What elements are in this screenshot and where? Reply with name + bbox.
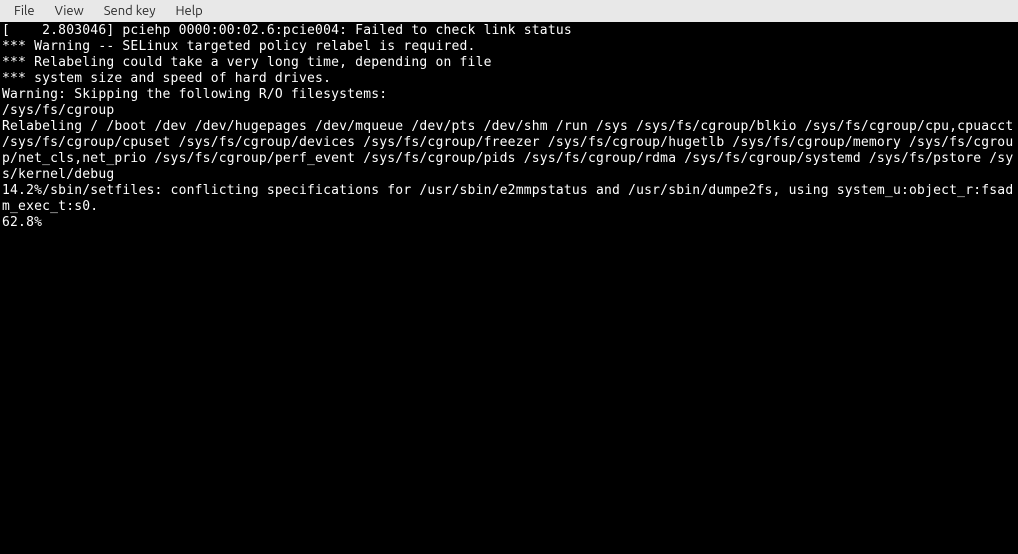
menu-view[interactable]: View bbox=[45, 2, 94, 20]
terminal-line: Relabeling / /boot /dev /dev/hugepages /… bbox=[2, 119, 1016, 183]
terminal-line: *** system size and speed of hard drives… bbox=[2, 71, 1016, 87]
terminal-line: [ 2.803046] pciehp 0000:00:02.6:pcie004:… bbox=[2, 23, 1016, 39]
terminal-line: *** Warning -- SELinux targeted policy r… bbox=[2, 39, 1016, 55]
terminal-line: 14.2%/sbin/setfiles: conflicting specifi… bbox=[2, 183, 1016, 215]
terminal-line: /sys/fs/cgroup bbox=[2, 103, 1016, 119]
terminal-line: Warning: Skipping the following R/O file… bbox=[2, 87, 1016, 103]
menu-file[interactable]: File bbox=[4, 2, 45, 20]
terminal-output[interactable]: [ 2.803046] pciehp 0000:00:02.6:pcie004:… bbox=[0, 22, 1018, 554]
menu-help[interactable]: Help bbox=[165, 2, 212, 20]
menu-sendkey[interactable]: Send key bbox=[94, 2, 166, 20]
menubar: File View Send key Help bbox=[0, 0, 1018, 22]
terminal-line: 62.8% bbox=[2, 215, 1016, 231]
terminal-line: *** Relabeling could take a very long ti… bbox=[2, 55, 1016, 71]
